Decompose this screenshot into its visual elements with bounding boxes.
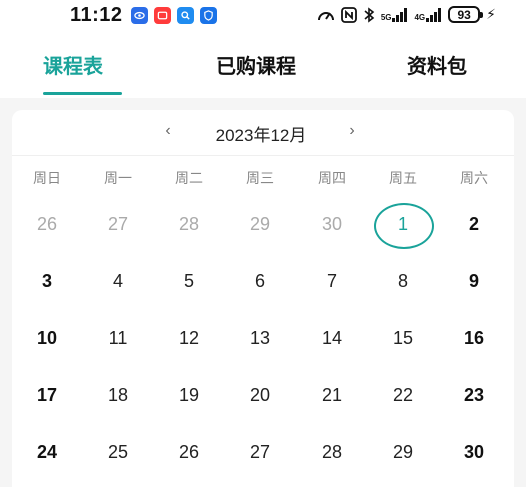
status-bar: 11:12 5G 4G 93 ⚡ [0, 0, 526, 32]
tab-materials[interactable]: 资料包 [407, 50, 467, 79]
weekday-sun: 周日 [33, 170, 61, 186]
calendar: ‹ 2023年12月 › 周日 周一 周二 周三 周四 周五 周六 26 27 28… [12, 110, 514, 487]
calendar-day[interactable]: 6 [230, 271, 290, 292]
calendar-day[interactable]: 8 [373, 271, 433, 292]
calendar-day[interactable]: 30 [444, 442, 504, 463]
calendar-day[interactable]: 19 [159, 385, 219, 406]
signal-bars-icon [392, 7, 408, 22]
speed-icon [317, 11, 334, 20]
calendar-day[interactable]: 7 [302, 271, 362, 292]
calendar-day[interactable]: 30 [302, 214, 362, 235]
weekday-mon: 周一 [104, 170, 132, 186]
calendar-day[interactable]: 9 [444, 271, 504, 292]
bluetooth-icon [364, 6, 375, 23]
network-label-4g: 4G [414, 12, 426, 22]
weekday-sat: 周六 [460, 170, 488, 186]
month-header: ‹ 2023年12月 › [12, 110, 514, 156]
calendar-day[interactable]: 29 [373, 442, 433, 463]
search-app-icon [177, 7, 194, 24]
calendar-day[interactable]: 2 [444, 214, 504, 235]
calendar-day[interactable]: 11 [88, 328, 148, 349]
calendar-day[interactable]: 18 [88, 385, 148, 406]
network-label-5g: 5G [380, 12, 392, 22]
calendar-day[interactable]: 22 [373, 385, 433, 406]
previous-month-button[interactable]: ‹ [158, 122, 178, 140]
tab-schedule[interactable]: 课程表 [43, 50, 103, 79]
calendar-day[interactable]: 5 [159, 271, 219, 292]
calendar-day[interactable]: 25 [88, 442, 148, 463]
weekday-tue: 周二 [175, 170, 203, 186]
active-tab-indicator [43, 92, 122, 95]
calendar-day[interactable]: 14 [302, 328, 362, 349]
calendar-day[interactable]: 23 [444, 385, 504, 406]
message-app-icon [154, 7, 171, 24]
calendar-day[interactable]: 28 [159, 214, 219, 235]
signal-5g: 5G [380, 7, 409, 22]
next-month-button[interactable]: › [342, 122, 362, 140]
calendar-day[interactable]: 29 [230, 214, 290, 235]
tab-bar: 课程表 已购课程 资料包 [0, 32, 526, 98]
shield-app-icon [200, 7, 217, 24]
battery-indicator: 93 [448, 6, 484, 23]
weekday-header: 周日 周一 周二 周三 周四 周五 周六 [12, 168, 514, 194]
calendar-day[interactable]: 4 [88, 271, 148, 292]
calendar-day[interactable]: 21 [302, 385, 362, 406]
weekday-wed: 周三 [246, 170, 274, 186]
month-title: 2023年12月 [215, 126, 307, 145]
tab-purchased-courses[interactable]: 已购课程 [216, 50, 296, 79]
calendar-day[interactable]: 26 [159, 442, 219, 463]
calendar-day[interactable]: 15 [373, 328, 433, 349]
notification-icons [131, 7, 217, 24]
calendar-day[interactable]: 27 [88, 214, 148, 235]
calendar-day[interactable]: 10 [17, 328, 77, 349]
charging-icon: ⚡ [486, 6, 496, 22]
signal-bars-icon [426, 7, 442, 22]
signal-4g: 4G [414, 7, 442, 22]
calendar-day[interactable]: 16 [444, 328, 504, 349]
system-icons: 5G 4G 93 ⚡ [317, 6, 496, 23]
calendar-day[interactable]: 28 [302, 442, 362, 463]
weekday-fri: 周五 [389, 170, 417, 186]
calendar-day[interactable]: 20 [230, 385, 290, 406]
battery-level: 93 [457, 7, 471, 22]
calendar-day[interactable]: 27 [230, 442, 290, 463]
calendar-day[interactable]: 26 [17, 214, 77, 235]
calendar-day[interactable]: 1 [373, 203, 434, 249]
nfc-icon [340, 6, 357, 23]
eye-app-icon [131, 7, 148, 24]
calendar-day[interactable]: 3 [17, 271, 77, 292]
calendar-day[interactable]: 17 [17, 385, 77, 406]
calendar-day[interactable]: 13 [230, 328, 290, 349]
calendar-day[interactable]: 12 [159, 328, 219, 349]
weekday-thu: 周四 [318, 170, 346, 186]
calendar-day[interactable]: 24 [17, 442, 77, 463]
status-time: 11:12 [70, 4, 123, 26]
